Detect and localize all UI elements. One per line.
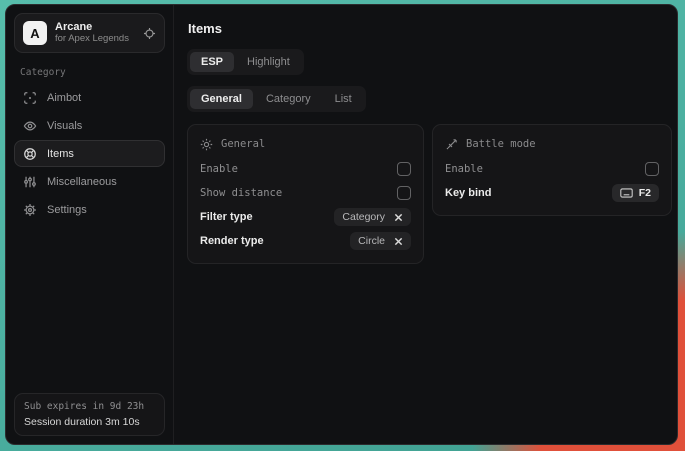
sidebar-item-label: Miscellaneous (47, 176, 117, 188)
crosshair-target-icon[interactable] (143, 27, 156, 40)
app-name: Arcane (55, 21, 129, 34)
game-background: A Arcane for Apex Legends Category (0, 0, 685, 451)
render-type-select[interactable]: Circle (350, 232, 411, 250)
tab-highlight[interactable]: Highlight (236, 52, 301, 72)
show-distance-checkbox[interactable] (397, 186, 411, 200)
setting-label: Key bind (445, 187, 491, 199)
sidebar-item-label: Items (47, 148, 74, 160)
sidebar-item-label: Visuals (47, 120, 82, 132)
category-label: Category (20, 67, 159, 78)
sidebar-nav: Aimbot Visuals (14, 84, 165, 223)
setting-row-enable: Enable (445, 157, 659, 181)
setting-row-filter-type: Filter type Category (200, 205, 411, 229)
sidebar-item-label: Aimbot (47, 92, 81, 104)
general-panel: General Enable Show distance Filter type… (187, 124, 424, 264)
setting-label: Render type (200, 235, 264, 247)
cheat-menu-window: A Arcane for Apex Legends Category (5, 4, 678, 445)
tab-esp[interactable]: ESP (190, 52, 234, 72)
profile-card: A Arcane for Apex Legends (14, 13, 165, 53)
sidebar: A Arcane for Apex Legends Category (6, 5, 174, 444)
setting-label: Show distance (200, 187, 282, 199)
sidebar-spacer (14, 223, 165, 393)
keyboard-icon (620, 188, 633, 198)
app-subtitle: for Apex Legends (55, 34, 129, 45)
key-bind-value: F2 (639, 187, 651, 199)
sub-expires-text: Sub expires in 9d 23h (24, 401, 155, 412)
sidebar-item-label: Settings (47, 204, 87, 216)
general-panel-header: General (200, 134, 411, 154)
battle-mode-panel-header: Battle mode (445, 134, 659, 154)
tab-general[interactable]: General (190, 89, 253, 109)
setting-row-render-type: Render type Circle (200, 229, 411, 253)
panel-title: General (221, 138, 265, 150)
battle-mode-panel: Battle mode Enable Key bind (432, 124, 672, 216)
sun-icon (200, 138, 213, 151)
setting-row-enable: Enable (200, 157, 411, 181)
sidebar-item-aimbot[interactable]: Aimbot (14, 84, 165, 111)
main-content: Items ESP Highlight General Category Lis… (174, 5, 678, 444)
panels-row: General Enable Show distance Filter type… (187, 124, 672, 264)
page-title: Items (188, 21, 672, 36)
select-value: Category (342, 211, 385, 223)
setting-label: Enable (445, 163, 483, 175)
sidebar-item-items[interactable]: Items (14, 140, 165, 167)
crosshair-scan-icon (23, 91, 37, 105)
key-bind-button[interactable]: F2 (612, 184, 659, 202)
tab-list[interactable]: List (324, 89, 363, 109)
eye-icon (23, 119, 37, 133)
clear-icon[interactable] (394, 213, 403, 222)
loot-icon (23, 147, 37, 161)
session-duration-text: Session duration 3m 10s (24, 416, 155, 428)
tab-category[interactable]: Category (255, 89, 322, 109)
setting-label: Filter type (200, 211, 253, 223)
setting-row-show-distance: Show distance (200, 181, 411, 205)
sword-icon (445, 138, 458, 151)
sidebar-item-settings[interactable]: Settings (14, 196, 165, 223)
view-tabs: General Category List (187, 86, 366, 112)
clear-icon[interactable] (394, 237, 403, 246)
battle-enable-checkbox[interactable] (645, 162, 659, 176)
gear-icon (23, 203, 37, 217)
setting-label: Enable (200, 163, 238, 175)
sidebar-item-visuals[interactable]: Visuals (14, 112, 165, 139)
profile-text: Arcane for Apex Legends (55, 21, 129, 45)
mode-tabs: ESP Highlight (187, 49, 304, 75)
sliders-icon (23, 175, 37, 189)
sidebar-item-miscellaneous[interactable]: Miscellaneous (14, 168, 165, 195)
app-logo: A (23, 21, 47, 45)
setting-row-key-bind: Key bind F2 (445, 181, 659, 205)
enable-checkbox[interactable] (397, 162, 411, 176)
subscription-card: Sub expires in 9d 23h Session duration 3… (14, 393, 165, 436)
filter-type-select[interactable]: Category (334, 208, 411, 226)
panel-title: Battle mode (466, 138, 536, 150)
select-value: Circle (358, 235, 385, 247)
